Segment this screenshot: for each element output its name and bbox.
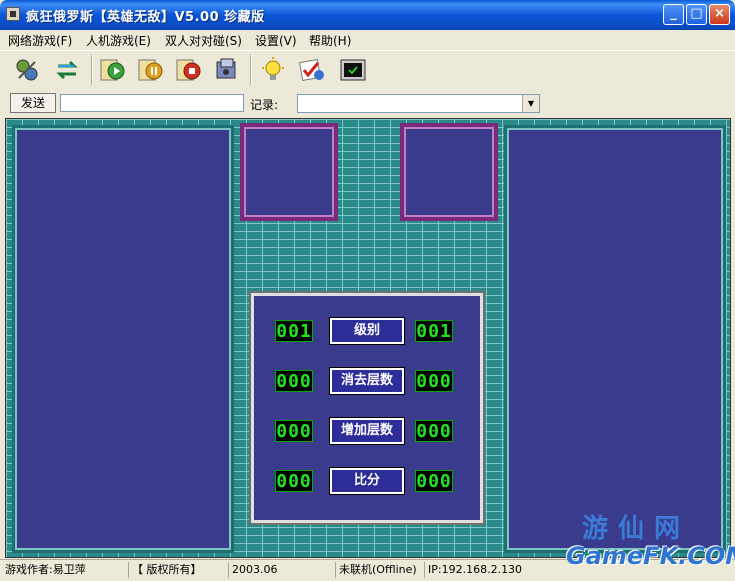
menu-vs-computer[interactable]: 人机游戏(E) [86,32,151,49]
toolbar-separator [250,55,252,85]
record-label: 记录: [250,98,279,112]
left-level-display: 001 [275,320,313,342]
sound-icon[interactable] [212,55,242,85]
connect-icon[interactable] [12,55,42,85]
app-icon[interactable] [6,7,20,21]
watermark-cn: 游仙网 [582,514,691,544]
right-lines-display: 000 [415,370,453,392]
right-score-display: 000 [415,470,453,492]
lines-added-button[interactable]: 增加层数 [329,417,405,445]
stop-icon[interactable] [174,55,204,85]
score-button[interactable]: 比分 [329,467,405,495]
message-input[interactable] [60,94,244,112]
watermark-en: GameFK.COM [566,542,735,570]
right-board [504,125,726,553]
left-score-display: 000 [275,470,313,492]
left-preview [240,123,338,221]
menu-bar: 网络游戏(F) 人机游戏(E) 双人对对碰(S) 设置(V) 帮助(H) [0,30,735,49]
right-preview [400,123,498,221]
hint-icon[interactable] [258,55,288,85]
menu-network-game[interactable]: 网络游戏(F) [8,32,72,49]
left-lines-display: 000 [275,370,313,392]
minimize-button[interactable]: _ [663,4,684,25]
screen-icon[interactable] [338,55,368,85]
menu-settings[interactable]: 设置(V) [255,32,297,49]
chevron-down-icon[interactable]: ▼ [522,95,539,112]
menu-help[interactable]: 帮助(H) [309,32,351,49]
close-button[interactable]: × [709,4,730,25]
status-year: 2003.06 [228,562,278,578]
swap-icon[interactable] [52,55,82,85]
record-dropdown[interactable]: ▼ [297,94,540,113]
left-added-display: 000 [275,420,313,442]
lines-cleared-button[interactable]: 消去层数 [329,367,405,395]
score-panel: 001 级别 001 000 消去层数 000 000 增加层数 000 000… [249,291,485,525]
toolbar-separator [91,55,93,85]
send-bar: 发送 记录: ▼ [0,91,735,117]
send-button[interactable]: 发送 [10,93,56,113]
title-bar[interactable]: 疯狂俄罗斯【英雄无敌】V5.00 珍藏版 _ □ × [0,0,735,30]
watermark-logo: 游仙网 GameFK.COM [566,508,735,578]
maximize-button[interactable]: □ [686,4,707,25]
start-icon[interactable] [98,55,128,85]
right-added-display: 000 [415,420,453,442]
left-board [12,125,234,553]
pause-icon[interactable] [136,55,166,85]
toolbar [0,50,735,92]
status-copyright: 【 版权所有】 [128,562,202,578]
right-level-display: 001 [415,320,453,342]
status-author: 游戏作者:易卫萍 [5,563,86,576]
status-connection: 未联机(Offline) [335,562,417,578]
window-title: 疯狂俄罗斯【英雄无敌】V5.00 珍藏版 [26,10,265,25]
check-icon[interactable] [297,55,327,85]
game-area: 001 级别 001 000 消去层数 000 000 增加层数 000 000… [5,118,731,558]
menu-two-player[interactable]: 双人对对碰(S) [165,32,242,49]
status-ip: IP:192.168.2.130 [424,562,522,578]
level-button[interactable]: 级别 [329,317,405,345]
